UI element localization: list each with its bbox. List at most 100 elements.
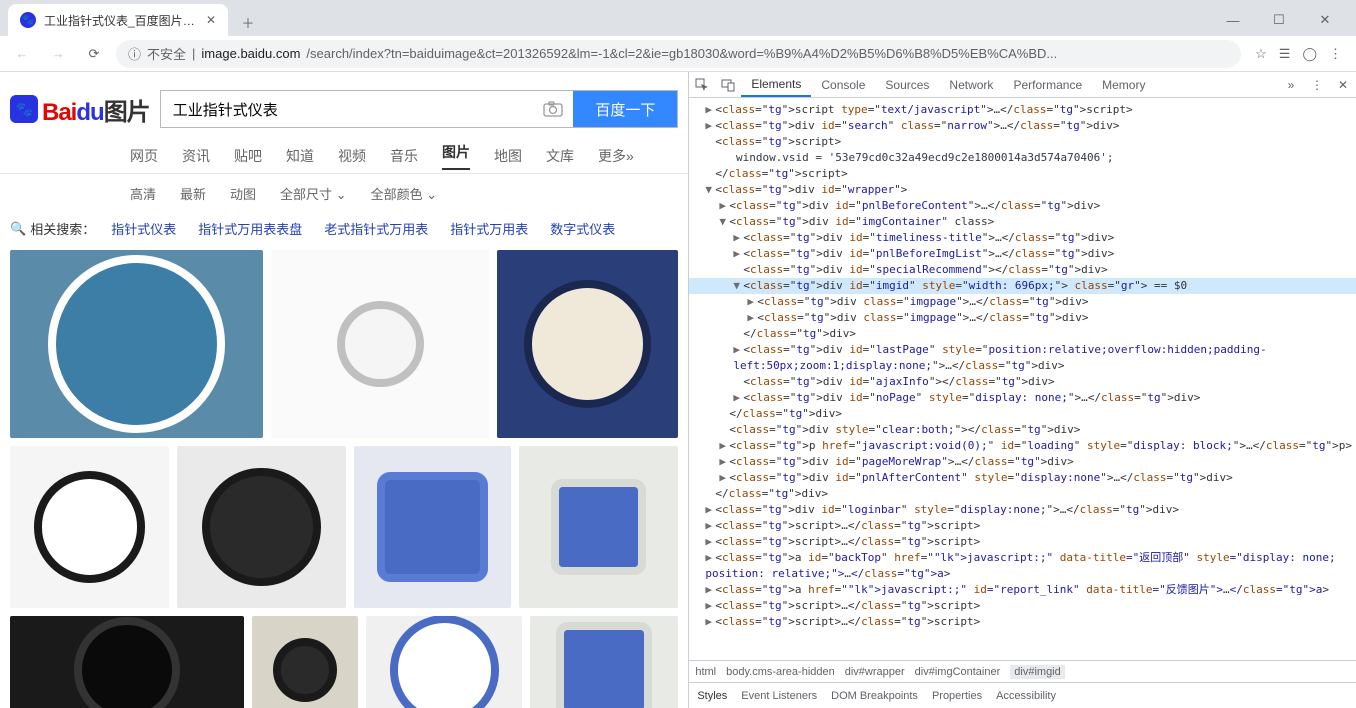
- dom-node[interactable]: ▶<class="tg">div id="loginbar" style="di…: [689, 502, 1356, 518]
- dom-node[interactable]: ▼<class="tg">div id="wrapper">: [689, 182, 1356, 198]
- search-button[interactable]: 百度一下: [573, 91, 677, 127]
- tab-知道[interactable]: 知道: [286, 146, 314, 166]
- styles-tab[interactable]: DOM Breakpoints: [831, 690, 918, 702]
- related-link[interactable]: 指针式万用表: [450, 222, 528, 237]
- dom-node[interactable]: ▶<class="tg">div id="timeliness-title">……: [689, 230, 1356, 246]
- tab-贴吧[interactable]: 贴吧: [234, 146, 262, 166]
- dom-node[interactable]: ▼<class="tg">div id="imgContainer" class…: [689, 214, 1356, 230]
- devtools-tab-performance[interactable]: Performance: [1003, 72, 1092, 97]
- image-result[interactable]: [177, 446, 346, 608]
- dom-node[interactable]: ▶<class="tg">a href=""lk">javascript:;" …: [689, 582, 1356, 598]
- dom-node[interactable]: ▶<class="tg">div id="lastPage" style="po…: [689, 342, 1356, 374]
- dom-node[interactable]: ▶<class="tg">a id="backTop" href=""lk">j…: [689, 550, 1356, 582]
- related-link[interactable]: 指针式万用表表盘: [198, 222, 302, 237]
- crumb-item[interactable]: div#imgContainer: [915, 666, 1001, 678]
- dom-node[interactable]: ▶<class="tg">div id="pnlBeforeContent">……: [689, 198, 1356, 214]
- dom-node[interactable]: </class="tg">div>: [689, 406, 1356, 422]
- related-link[interactable]: 数字式仪表: [550, 222, 615, 237]
- dom-node[interactable]: ▶<class="tg">div id="search" class="narr…: [689, 118, 1356, 134]
- elements-tree[interactable]: ▶<class="tg">script type="text/javascrip…: [689, 98, 1356, 660]
- dom-node[interactable]: ▶<class="tg">div id="pageMoreWrap">…</cl…: [689, 454, 1356, 470]
- dom-node[interactable]: ▶<class="tg">div id="pnlBeforeImgList">……: [689, 246, 1356, 262]
- styles-tab[interactable]: Properties: [932, 690, 982, 702]
- image-result[interactable]: [530, 616, 678, 708]
- url-input[interactable]: ⓘ 不安全 | image.baidu.com/search/index?tn=…: [116, 40, 1241, 68]
- tab-音乐[interactable]: 音乐: [390, 146, 418, 166]
- image-result[interactable]: [10, 446, 169, 608]
- filter-2[interactable]: 动图: [230, 184, 256, 203]
- dom-node[interactable]: <class="tg">div id="ajaxInfo"></class="t…: [689, 374, 1356, 390]
- dom-node[interactable]: ▶<class="tg">script>…</class="tg">script…: [689, 518, 1356, 534]
- related-link[interactable]: 指针式仪表: [111, 222, 176, 237]
- device-icon[interactable]: [715, 78, 741, 92]
- close-window-icon[interactable]: ✕: [1302, 4, 1348, 36]
- filter-3[interactable]: 全部尺寸 ⌄: [280, 184, 347, 203]
- dom-node[interactable]: ▼<class="tg">div id="imgid" style="width…: [689, 278, 1356, 294]
- related-link[interactable]: 老式指针式万用表: [324, 222, 428, 237]
- crumb-item[interactable]: div#imgid: [1010, 665, 1064, 679]
- camera-icon[interactable]: [533, 91, 573, 127]
- dom-node[interactable]: </class="tg">script>: [689, 166, 1356, 182]
- image-result[interactable]: [519, 446, 678, 608]
- devtools-tab-network[interactable]: Network: [939, 72, 1003, 97]
- dom-node[interactable]: <class="tg">script>: [689, 134, 1356, 150]
- extension-icon[interactable]: ☰: [1279, 46, 1291, 62]
- star-icon[interactable]: ☆: [1255, 46, 1267, 62]
- dom-node[interactable]: ▶<class="tg">div class="imgpage">…</clas…: [689, 310, 1356, 326]
- filter-0[interactable]: 高清: [130, 184, 156, 203]
- devtools-tab-console[interactable]: Console: [811, 72, 875, 97]
- styles-tab[interactable]: Styles: [697, 690, 727, 702]
- styles-tab[interactable]: Accessibility: [996, 690, 1056, 702]
- maximize-icon[interactable]: ☐: [1256, 4, 1302, 36]
- close-tab-icon[interactable]: ✕: [206, 13, 216, 27]
- image-result[interactable]: [252, 616, 359, 708]
- dom-node[interactable]: ▶<class="tg">p href="javascript:void(0);…: [689, 438, 1356, 454]
- back-icon[interactable]: ←: [8, 40, 36, 68]
- crumb-item[interactable]: div#wrapper: [845, 666, 905, 678]
- minimize-icon[interactable]: ―: [1210, 4, 1256, 36]
- tab-视频[interactable]: 视频: [338, 146, 366, 166]
- tab-网页[interactable]: 网页: [130, 146, 158, 166]
- breadcrumb[interactable]: html body.cms-area-hidden div#wrapper div#i…: [689, 660, 1356, 682]
- devtools-tab-elements[interactable]: Elements: [741, 72, 811, 97]
- tab-文库[interactable]: 文库: [546, 146, 574, 166]
- menu-icon[interactable]: ⋮: [1329, 46, 1342, 62]
- dom-node[interactable]: <class="tg">div style="clear:both;"></cl…: [689, 422, 1356, 438]
- dom-node[interactable]: window.vsid = '53e79cd0c32a49ecd9c2e1800…: [689, 150, 1356, 166]
- image-result[interactable]: [10, 616, 244, 708]
- reload-icon[interactable]: ⟳: [80, 40, 108, 68]
- image-result[interactable]: [497, 250, 679, 438]
- image-result[interactable]: [354, 446, 511, 608]
- crumb-item[interactable]: body.cms-area-hidden: [726, 666, 835, 678]
- devtools-tab-memory[interactable]: Memory: [1092, 72, 1155, 97]
- dom-node[interactable]: ▶<class="tg">script>…</class="tg">script…: [689, 614, 1356, 630]
- image-result[interactable]: [10, 250, 263, 438]
- styles-tab[interactable]: Event Listeners: [741, 690, 817, 702]
- dom-node[interactable]: <class="tg">div id="specialRecommend"></…: [689, 262, 1356, 278]
- inspect-icon[interactable]: [689, 78, 715, 92]
- dom-node[interactable]: </class="tg">div>: [689, 326, 1356, 342]
- search-input[interactable]: [161, 91, 534, 127]
- image-result[interactable]: [271, 250, 488, 438]
- tab-更多»[interactable]: 更多»: [598, 146, 634, 166]
- dom-node[interactable]: ▶<class="tg">script>…</class="tg">script…: [689, 598, 1356, 614]
- devtools-tab-sources[interactable]: Sources: [875, 72, 939, 97]
- baidu-logo[interactable]: 🐾 Baidu图片: [10, 92, 150, 127]
- crumb-item[interactable]: html: [695, 666, 716, 678]
- dom-node[interactable]: ▶<class="tg">div class="imgpage">…</clas…: [689, 294, 1356, 310]
- forward-icon[interactable]: →: [44, 40, 72, 68]
- devtools-close-icon[interactable]: ✕: [1330, 78, 1356, 92]
- dom-node[interactable]: </class="tg">div>: [689, 486, 1356, 502]
- tab-图片[interactable]: 图片: [442, 142, 470, 170]
- dom-node[interactable]: ▶<class="tg">script>…</class="tg">script…: [689, 534, 1356, 550]
- image-result[interactable]: [366, 616, 522, 708]
- tab-地图[interactable]: 地图: [494, 146, 522, 166]
- filter-4[interactable]: 全部颜色 ⌄: [371, 184, 438, 203]
- dom-node[interactable]: ▶<class="tg">div id="noPage" style="disp…: [689, 390, 1356, 406]
- new-tab-button[interactable]: ＋: [234, 8, 262, 36]
- more-tabs-icon[interactable]: »: [1278, 78, 1304, 92]
- profile-icon[interactable]: ◯: [1302, 46, 1317, 62]
- dom-node[interactable]: ▶<class="tg">div id="pnlAfterContent" st…: [689, 470, 1356, 486]
- tab-资讯[interactable]: 资讯: [182, 146, 210, 166]
- filter-1[interactable]: 最新: [180, 184, 206, 203]
